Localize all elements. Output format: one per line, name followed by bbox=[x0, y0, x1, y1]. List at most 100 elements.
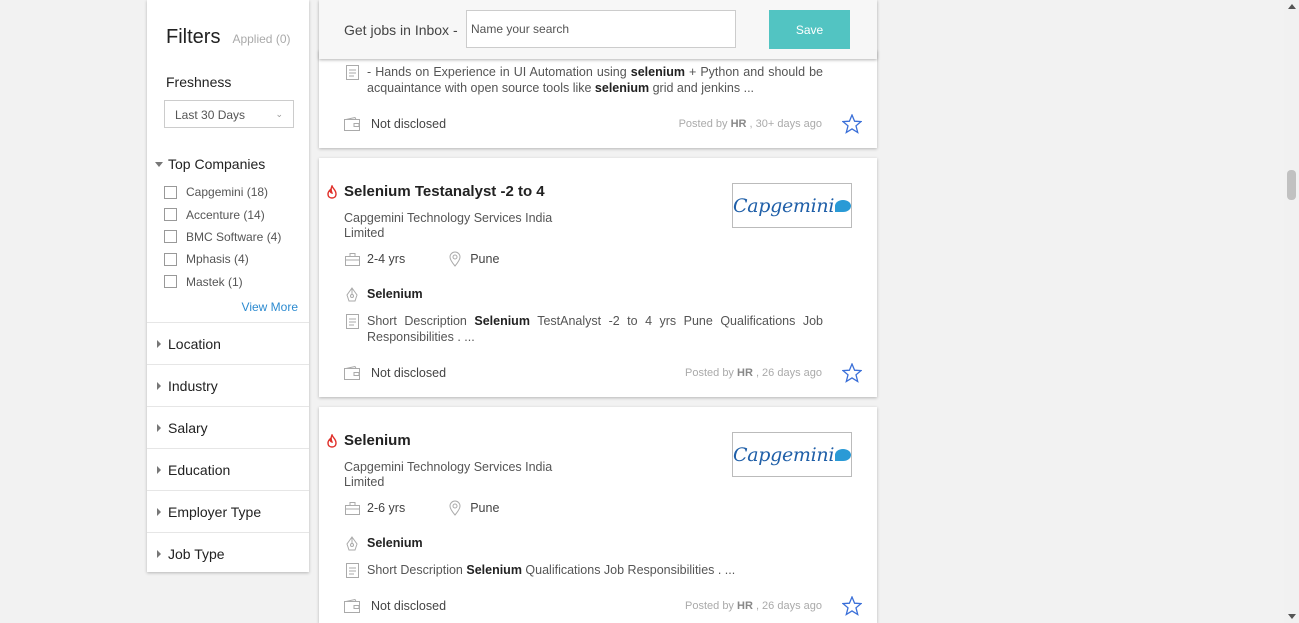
wallet-icon bbox=[344, 365, 360, 381]
job-card[interactable]: Selenium Testanalyst -2 to 4 Capgemini T… bbox=[319, 158, 877, 397]
fire-icon bbox=[326, 184, 338, 199]
company-filter-item[interactable]: Mastek (1) bbox=[164, 271, 281, 293]
company-logo[interactable]: Capgemini bbox=[732, 432, 852, 477]
skill-pen-icon bbox=[344, 535, 360, 551]
logo-text: Capgemini bbox=[733, 443, 835, 466]
filter-section-salary[interactable]: Salary bbox=[147, 406, 309, 448]
view-more-link[interactable]: View More bbox=[242, 300, 298, 314]
scroll-thumb[interactable] bbox=[1287, 170, 1296, 200]
job-description: Short Description Selenium TestAnalyst -… bbox=[367, 314, 823, 344]
location-text: Pune bbox=[470, 501, 500, 515]
company-filter-list: Capgemini (18) Accenture (14) BMC Softwa… bbox=[164, 181, 281, 293]
location-text: Pune bbox=[470, 252, 500, 266]
search-name-input[interactable] bbox=[466, 10, 736, 48]
freshness-select[interactable]: Last 30 Days ⌄ bbox=[164, 100, 294, 128]
location: Pune bbox=[447, 500, 499, 516]
job-alert-bar: Get jobs in Inbox - Save bbox=[319, 0, 877, 59]
top-companies-toggle[interactable]: Top Companies bbox=[155, 156, 265, 172]
location-pin-icon bbox=[447, 500, 463, 516]
job-card[interactable]: - Hands on Experience in UI Automation u… bbox=[319, 50, 877, 148]
logo-spade-icon bbox=[835, 199, 851, 212]
posted-info: Posted by HR , 30+ days ago bbox=[678, 118, 822, 130]
job-meta-row: 2-4 yrs Pune bbox=[344, 251, 499, 267]
briefcase-icon bbox=[344, 500, 360, 516]
logo-text: Capgemini bbox=[733, 194, 835, 217]
experience-text: 2-6 yrs bbox=[367, 501, 406, 515]
posted-info: Posted by HR , 26 days ago bbox=[685, 367, 822, 379]
skill-text: Selenium bbox=[367, 287, 423, 301]
freshness-value: Last 30 Days bbox=[175, 108, 246, 122]
salary-text: Not disclosed bbox=[371, 599, 447, 613]
salary-text: Not disclosed bbox=[371, 117, 447, 131]
caret-right-icon bbox=[157, 465, 161, 474]
job-title-link[interactable]: Selenium bbox=[344, 432, 411, 449]
company-filter-label: Mastek (1) bbox=[186, 274, 243, 289]
experience-text: 2-4 yrs bbox=[367, 252, 406, 266]
checkbox[interactable] bbox=[164, 185, 177, 199]
star-icon[interactable] bbox=[841, 113, 863, 134]
logo-spade-icon bbox=[835, 448, 851, 461]
document-icon bbox=[344, 562, 360, 578]
company-filter-item[interactable]: Mphasis (4) bbox=[164, 248, 281, 270]
caret-right-icon bbox=[157, 423, 161, 432]
job-alert-label: Get jobs in Inbox - bbox=[344, 22, 458, 38]
job-title-link[interactable]: Selenium Testanalyst -2 to 4 bbox=[344, 183, 545, 200]
filter-section-label: Location bbox=[168, 335, 221, 352]
company-filter-label: Capgemini (18) bbox=[186, 185, 269, 200]
caret-right-icon bbox=[157, 507, 161, 516]
company-filter-label: Mphasis (4) bbox=[186, 252, 249, 267]
company-logo[interactable]: Capgemini bbox=[732, 183, 852, 228]
star-icon[interactable] bbox=[841, 595, 863, 616]
caret-right-icon bbox=[157, 549, 161, 558]
caret-down-icon bbox=[155, 161, 163, 167]
company-name[interactable]: Capgemini Technology Services India Limi… bbox=[344, 211, 554, 241]
filters-sidebar: Filters Applied (0) Freshness Last 30 Da… bbox=[147, 0, 309, 572]
star-icon[interactable] bbox=[841, 362, 863, 383]
job-description: Short Description Selenium Qualification… bbox=[367, 563, 736, 577]
document-icon bbox=[344, 313, 360, 329]
job-description: - Hands on Experience in UI Automation u… bbox=[367, 65, 823, 95]
company-filter-item[interactable]: Capgemini (18) bbox=[164, 181, 281, 203]
company-filter-label: Accenture (14) bbox=[186, 207, 265, 222]
checkbox[interactable] bbox=[164, 252, 177, 266]
company-filter-item[interactable]: Accenture (14) bbox=[164, 203, 281, 225]
skill-text: Selenium bbox=[367, 536, 423, 550]
freshness-label: Freshness bbox=[166, 74, 232, 90]
save-button[interactable]: Save bbox=[769, 10, 850, 49]
company-filter-item[interactable]: BMC Software (4) bbox=[164, 226, 281, 248]
chevron-down-icon: ⌄ bbox=[275, 109, 283, 119]
salary-row: Not disclosed bbox=[344, 365, 446, 381]
filter-section-label: Industry bbox=[168, 377, 218, 394]
salary-row: Not disclosed bbox=[344, 116, 446, 132]
filter-section-label: Education bbox=[168, 461, 231, 478]
filter-section-education[interactable]: Education bbox=[147, 448, 309, 490]
posted-info: Posted by HR , 26 days ago bbox=[685, 600, 822, 612]
job-card[interactable]: Selenium Capgemini Technology Services I… bbox=[319, 407, 877, 623]
filters-header: Filters Applied (0) bbox=[166, 26, 290, 49]
location-pin-icon bbox=[447, 251, 463, 267]
briefcase-icon bbox=[344, 251, 360, 267]
job-meta-row: 2-6 yrs Pune bbox=[344, 500, 499, 516]
filters-title: Filters bbox=[166, 26, 221, 48]
company-filter-label: BMC Software (4) bbox=[186, 229, 282, 244]
checkbox[interactable] bbox=[164, 230, 177, 244]
scroll-down-arrow-icon[interactable] bbox=[1288, 614, 1296, 619]
filter-section-job-type[interactable]: Job Type bbox=[147, 532, 309, 574]
filter-section-employer-type[interactable]: Employer Type bbox=[147, 490, 309, 532]
filter-sections: Location Industry Salary Education Emplo… bbox=[147, 322, 309, 574]
filter-section-location[interactable]: Location bbox=[147, 322, 309, 364]
skills-row: Selenium bbox=[344, 286, 423, 302]
filter-section-label: Employer Type bbox=[168, 503, 262, 520]
fire-icon bbox=[326, 433, 338, 448]
checkbox[interactable] bbox=[164, 208, 177, 222]
document-icon bbox=[344, 64, 360, 80]
scroll-up-arrow-icon[interactable] bbox=[1288, 4, 1296, 9]
applied-count: Applied (0) bbox=[232, 32, 291, 46]
company-name[interactable]: Capgemini Technology Services India Limi… bbox=[344, 460, 554, 490]
filter-section-industry[interactable]: Industry bbox=[147, 364, 309, 406]
filter-section-label: Salary bbox=[168, 419, 208, 436]
vertical-scrollbar[interactable] bbox=[1284, 0, 1299, 623]
wallet-icon bbox=[344, 598, 360, 614]
location: Pune bbox=[447, 251, 499, 267]
checkbox[interactable] bbox=[164, 275, 177, 289]
